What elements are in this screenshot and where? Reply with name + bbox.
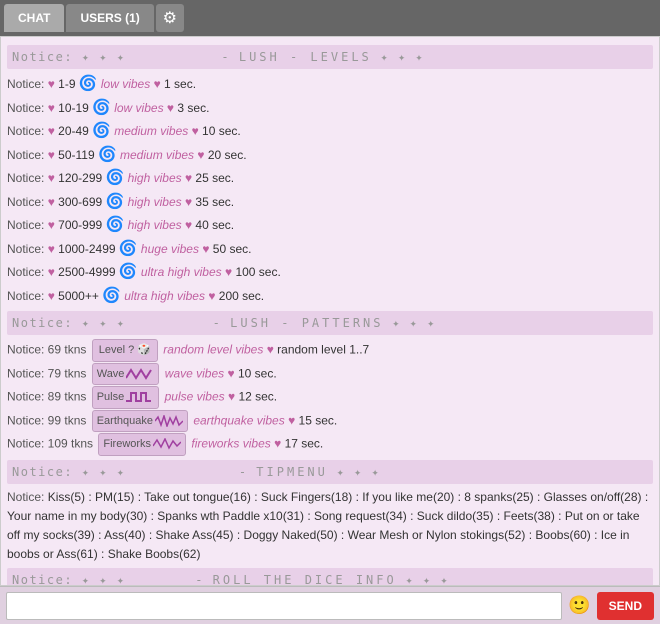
pattern-fireworks: Notice: 109 tkns Fireworks fireworks vib… [7,433,653,456]
pattern-level: Notice: 69 tkns Level ? 🎲 random level v… [7,339,653,362]
pattern-pulse: Notice: 89 tkns Pulse pulse vibes ♥ 12 s… [7,386,653,409]
msg-level-1000-2499: Notice: ♥ 1000-2499 🌀 huge vibes ♥ 50 se… [7,238,653,261]
chat-messages: Notice: ✦ ✦ ✦ - LUSH - LEVELS ✦ ✦ ✦ Noti… [0,36,660,586]
chat-input[interactable] [6,592,562,620]
gear-button[interactable]: ⚙ [156,4,184,32]
tab-chat[interactable]: CHAT [4,4,64,32]
tipmenu-items: Notice: Kiss(5) : PM(15) : Take out tong… [7,488,653,565]
section-dice: Notice: ✦ ✦ ✦ - ROLL THE DICE INFO ✦ ✦ ✦ [7,568,653,586]
chat-input-bar: 🙂 SEND [0,586,660,624]
tab-users[interactable]: USERS (1) [66,4,153,32]
msg-level-120-299: Notice: ♥ 120-299 🌀 high vibes ♥ 25 sec. [7,167,653,190]
section-tipmenu: Notice: ✦ ✦ ✦ - TIPMENU ✦ ✦ ✦ [7,460,653,484]
send-button[interactable]: SEND [597,592,654,620]
pattern-wave: Notice: 79 tkns Wave wave vibes ♥ 10 sec… [7,363,653,386]
app-window: CHAT USERS (1) ⚙ Notice: ✦ ✦ ✦ - LUSH - … [0,0,660,624]
msg-level-20-49: Notice: ♥ 20-49 🌀 medium vibes ♥ 10 sec. [7,120,653,143]
msg-level-10-19: Notice: ♥ 10-19 🌀 low vibes ♥ 3 sec. [7,97,653,120]
section-patterns: Notice: ✦ ✦ ✦ - LUSH - PATTERNS ✦ ✦ ✦ [7,311,653,335]
msg-level-1-9: Notice: ♥ 1-9 🌀 low vibes ♥ 1 sec. [7,73,653,96]
msg-level-5000: Notice: ♥ 5000++ 🌀 ultra high vibes ♥ 20… [7,285,653,308]
emoji-button[interactable]: 🙂 [566,595,592,616]
section-levels: Notice: ✦ ✦ ✦ - LUSH - LEVELS ✦ ✦ ✦ [7,45,653,69]
pattern-earthquake: Notice: 99 tkns Earthquake earthquake vi… [7,410,653,433]
tab-bar: CHAT USERS (1) ⚙ [0,0,660,36]
msg-level-50-119: Notice: ♥ 50-119 🌀 medium vibes ♥ 20 sec… [7,144,653,167]
msg-level-2500-4999: Notice: ♥ 2500-4999 🌀 ultra high vibes ♥… [7,261,653,284]
msg-level-300-699: Notice: ♥ 300-699 🌀 high vibes ♥ 35 sec. [7,191,653,214]
msg-level-700-999: Notice: ♥ 700-999 🌀 high vibes ♥ 40 sec. [7,214,653,237]
